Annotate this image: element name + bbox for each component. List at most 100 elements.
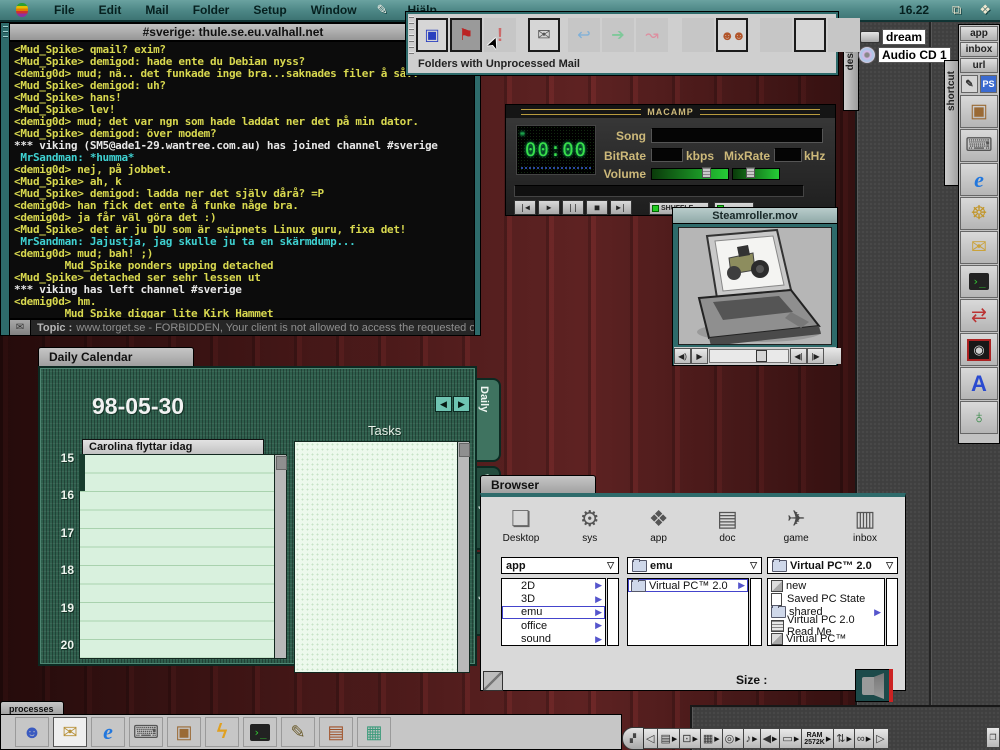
list-item[interactable]: office ▶ — [502, 619, 605, 632]
macamp-lcd[interactable]: ≡ 00:00 — [516, 125, 596, 175]
mail-toolbar-button[interactable]: ☻☻ — [716, 18, 748, 52]
menu-item[interactable]: Folder — [181, 3, 242, 17]
eject-button[interactable] — [855, 669, 893, 702]
column2-dropdown[interactable]: emu▽ — [627, 557, 762, 574]
mail-toolbar-button[interactable] — [828, 18, 860, 52]
mail-toolbar-button[interactable]: ↝ — [636, 18, 668, 52]
mail-toolbar-button[interactable] — [794, 18, 826, 52]
browser-folder-icon[interactable]: ✈ game — [764, 505, 828, 544]
pattern-button[interactable]: ▦ ▶ — [701, 728, 723, 749]
schedule-list[interactable] — [79, 454, 287, 659]
sound-in-button[interactable]: ♪ ▶ — [744, 728, 761, 749]
column3-dropdown[interactable]: Virtual PC™ 2.0▽ — [767, 557, 898, 574]
menu-item[interactable]: Edit — [87, 3, 134, 17]
mail-toolbar-button[interactable] — [760, 18, 792, 52]
volume-button[interactable]: ◀) — [674, 348, 691, 364]
mail-toolbar-button[interactable]: ▣ — [416, 18, 448, 52]
next-button[interactable]: ▶| — [610, 200, 632, 215]
process-button[interactable]: ✉ — [53, 717, 87, 747]
list-item[interactable]: Saved PC State — [768, 592, 884, 605]
shortcut-icon-button[interactable]: ♁ — [960, 401, 998, 434]
arrow-right-button[interactable]: ▷ — [874, 728, 888, 749]
active-app-icon[interactable]: ❖ — [970, 2, 1000, 18]
shortcut-icon-button[interactable]: ▣ — [960, 95, 998, 128]
menu-item[interactable]: File — [42, 3, 87, 17]
list-item[interactable]: 2D ▶ — [502, 579, 605, 592]
browser-folder-icon[interactable]: ❏ Desktop — [489, 505, 553, 544]
browser-folder-icon[interactable]: ⚙ sys — [558, 505, 622, 544]
process-button[interactable]: ▣ — [167, 717, 201, 747]
stop-button[interactable]: ■ — [586, 200, 608, 215]
quicktime-title-bar[interactable]: Steamroller.mov — [673, 208, 837, 224]
pause-button[interactable]: || — [562, 200, 584, 215]
step-forward-button[interactable]: |▶ — [807, 348, 824, 364]
menu-item[interactable]: Setup — [241, 3, 298, 17]
balance-slider[interactable] — [732, 168, 780, 180]
shortcut-icon-button[interactable]: e — [960, 163, 998, 196]
movie-scrubber[interactable] — [709, 349, 789, 363]
windowshade-ridges[interactable] — [409, 16, 414, 56]
balance-thumb[interactable] — [746, 167, 755, 178]
mail-toolbar-button[interactable]: ➔ — [602, 18, 634, 52]
resolution-button[interactable]: ⊡ ▶ — [680, 728, 701, 749]
corner-window-button[interactable]: ❐ — [986, 727, 1000, 748]
shortcut-icon-button[interactable]: ⌨ — [960, 129, 998, 162]
shortcut-icon-button[interactable]: A — [960, 367, 998, 400]
list-item[interactable]: new — [768, 579, 884, 592]
speaker-button[interactable]: ◀ ▶ — [761, 728, 781, 749]
shortcut-icon-button[interactable]: ✉ — [960, 231, 998, 264]
macamp-title-bar[interactable]: MACAMP — [506, 105, 835, 118]
shortcut-icon-button[interactable]: ›_ — [960, 265, 998, 298]
shortcut-text-button[interactable]: inbox — [960, 42, 998, 57]
process-button[interactable]: ›_ — [243, 717, 277, 747]
column1-scrollbar[interactable] — [607, 578, 619, 646]
process-button[interactable]: ☻ — [15, 717, 49, 747]
list-item[interactable]: emu ▶ — [502, 606, 605, 619]
tasks-scrollbar[interactable] — [457, 442, 469, 672]
list-item[interactable]: sound ▶ — [502, 633, 605, 646]
process-button[interactable]: ✎ — [281, 717, 315, 747]
play-button[interactable]: ▶ — [538, 200, 560, 215]
printer-button[interactable]: ▭ ▶ — [780, 728, 802, 749]
volume-thumb[interactable] — [702, 167, 711, 178]
previous-button[interactable]: |◀ — [514, 200, 536, 215]
process-button[interactable]: e — [91, 717, 125, 747]
network-button[interactable]: ⇅ ▶ — [834, 728, 855, 749]
tab-daily[interactable]: Daily — [475, 378, 501, 462]
volume-slider[interactable] — [651, 168, 729, 180]
envelope-icon[interactable]: ✉ — [10, 320, 31, 335]
play-button[interactable]: ▶ — [691, 348, 708, 364]
browser-folder-icon[interactable]: ▥ inbox — [833, 505, 897, 544]
column2-scrollbar[interactable] — [750, 578, 762, 646]
menubar-clock[interactable]: 16.22 — [899, 3, 943, 17]
browser-resize-grip[interactable] — [483, 671, 503, 691]
shortcut-text-button[interactable]: url — [960, 58, 998, 73]
mail-toolbar-button[interactable]: ↩ — [568, 18, 600, 52]
mail-toolbar-button[interactable] — [682, 18, 714, 52]
serial-port-button[interactable]: ∞ ▶ — [855, 728, 874, 749]
disk-dream[interactable]: dream — [860, 29, 926, 45]
list-item[interactable]: 3D ▶ — [502, 592, 605, 605]
disk-audio-cd[interactable]: Audio CD 1 — [858, 46, 951, 64]
shortcut-text-button[interactable]: app — [960, 26, 998, 41]
book-menu-icon[interactable]: ⧉ — [943, 2, 970, 18]
tasks-list[interactable] — [294, 441, 470, 673]
irc-title-bar[interactable]: #sverige: thule.se.eu.valhall.net — [9, 23, 457, 41]
shortcut-icon-button[interactable]: ⇄ — [960, 299, 998, 332]
calendar-title-tab[interactable]: Daily Calendar — [38, 347, 194, 366]
browser-folder-icon[interactable]: ▤ doc — [695, 505, 759, 544]
process-button[interactable]: ▤ — [319, 717, 353, 747]
script-menu-icon[interactable]: ✎ — [369, 2, 396, 18]
mail-toolbar-button[interactable]: ✉ — [528, 18, 560, 52]
column3-scrollbar[interactable] — [886, 578, 898, 646]
process-button[interactable]: ▦ — [357, 717, 391, 747]
menu-item[interactable]: Mail — [133, 3, 180, 17]
process-button[interactable]: ϟ — [205, 717, 239, 747]
calendar-event-banner[interactable]: Carolina flyttar idag — [82, 439, 264, 455]
song-field[interactable] — [651, 128, 823, 143]
list-item[interactable]: Virtual PC 2.0 Read Me — [768, 619, 884, 632]
processes-tab[interactable]: processes — [0, 701, 64, 715]
apple-menu-icon[interactable] — [16, 3, 28, 17]
menu-item[interactable]: Window — [299, 3, 369, 17]
seek-bar[interactable] — [514, 185, 804, 197]
